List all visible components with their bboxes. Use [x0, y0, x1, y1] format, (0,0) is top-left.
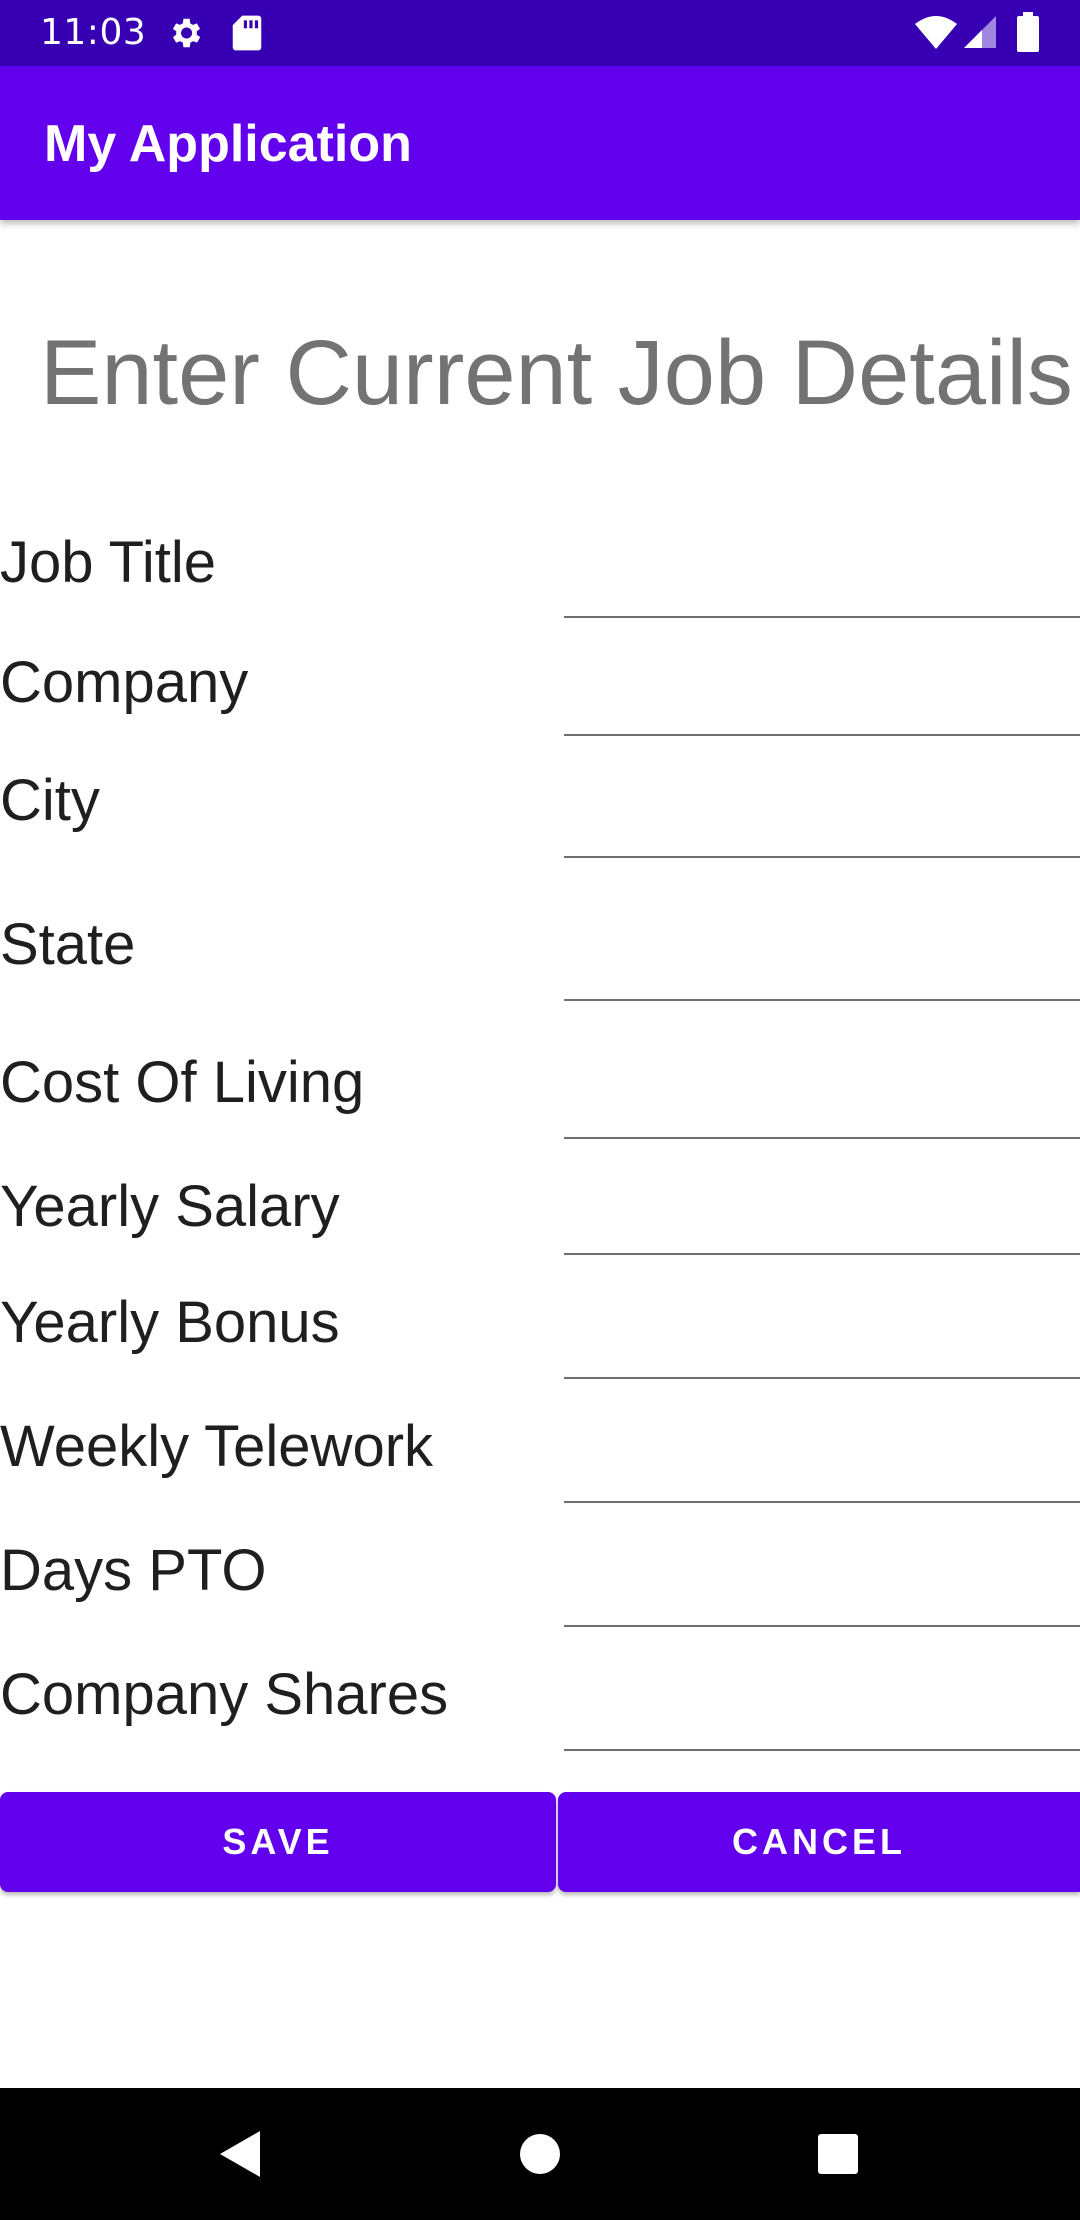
state-input[interactable] [564, 929, 1080, 1001]
gear-icon [172, 18, 201, 48]
city-label: City [0, 768, 100, 833]
job-title-label: Job Title [0, 530, 216, 595]
company-input[interactable] [564, 664, 1080, 736]
back-icon [220, 2131, 260, 2177]
home-icon [520, 2134, 560, 2174]
navigation-bar [0, 2088, 1080, 2220]
signal-icon [964, 16, 996, 48]
cancel-button[interactable]: CANCEL [558, 1792, 1080, 1892]
nav-back-button[interactable] [150, 2088, 330, 2220]
yearly-bonus-input[interactable] [564, 1307, 1080, 1379]
status-bar: 11:03 [0, 0, 1080, 66]
job-title-input[interactable] [564, 546, 1080, 618]
days-pto-label: Days PTO [0, 1538, 267, 1603]
sd-card-icon [232, 15, 262, 51]
state-label: State [0, 912, 136, 977]
company-shares-label: Company Shares [0, 1662, 449, 1727]
cost-of-living-input[interactable] [564, 1067, 1080, 1139]
page-heading: Enter Current Job Details [40, 322, 1073, 424]
weekly-telework-input[interactable] [564, 1431, 1080, 1503]
yearly-salary-input[interactable] [564, 1183, 1080, 1255]
battery-icon [1017, 12, 1039, 52]
company-shares-input[interactable] [564, 1679, 1080, 1751]
days-pto-input[interactable] [564, 1555, 1080, 1627]
wifi-icon [915, 16, 957, 49]
company-label: Company [0, 650, 249, 715]
app-bar: My Application [0, 66, 1080, 220]
recents-icon [818, 2134, 858, 2174]
nav-recents-button[interactable] [748, 2088, 928, 2220]
status-time: 11:03 [40, 12, 147, 53]
app-title: My Application [44, 115, 412, 173]
nav-home-button[interactable] [450, 2088, 630, 2220]
save-button[interactable]: SAVE [0, 1792, 556, 1892]
yearly-bonus-label: Yearly Bonus [0, 1290, 340, 1355]
cost-of-living-label: Cost Of Living [0, 1050, 365, 1115]
city-input[interactable] [564, 786, 1080, 858]
yearly-salary-label: Yearly Salary [0, 1174, 340, 1239]
weekly-telework-label: Weekly Telework [0, 1414, 434, 1479]
